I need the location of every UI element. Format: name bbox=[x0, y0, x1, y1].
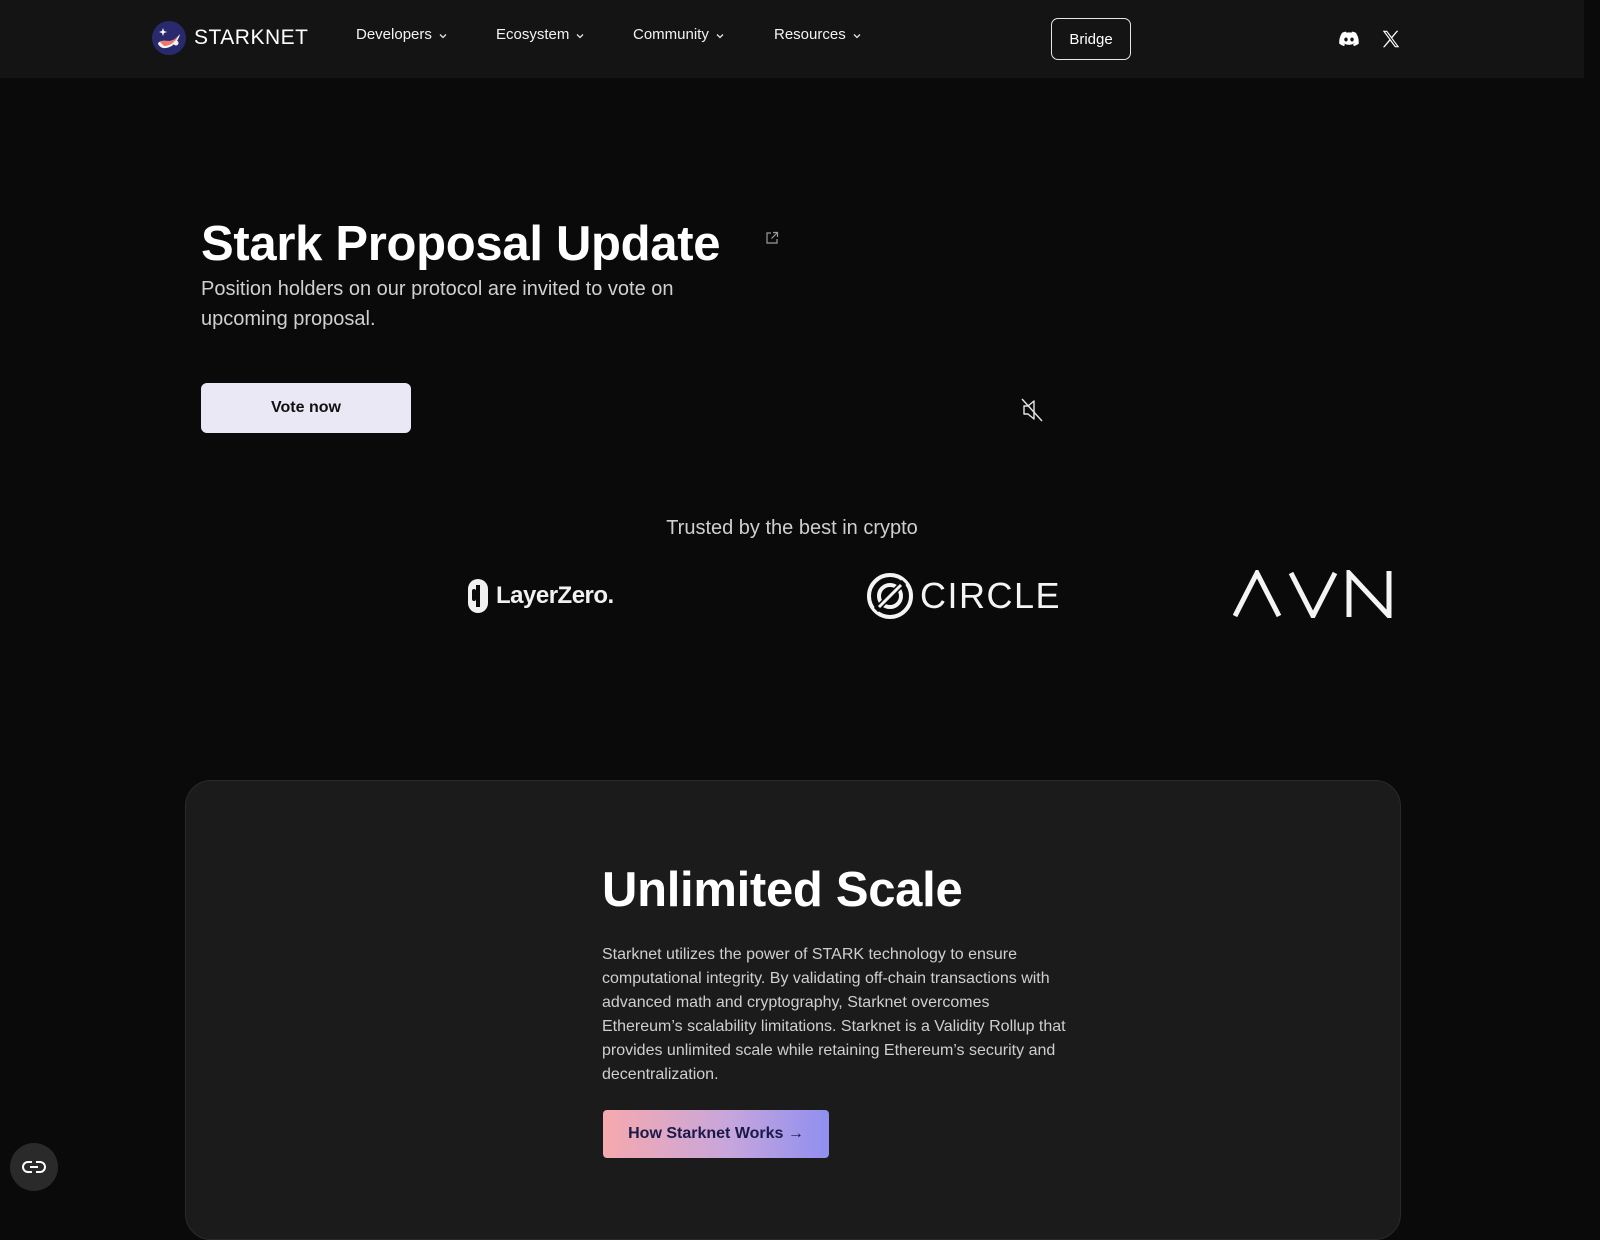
starknet-logo-icon bbox=[152, 21, 186, 55]
circle-wordmark: CIRCLE bbox=[920, 575, 1062, 616]
x-icon bbox=[1382, 30, 1400, 48]
speaker-muted-icon bbox=[1021, 398, 1043, 422]
main-menu: Developers Ecosystem Community Resources bbox=[356, 26, 894, 43]
menu-item-ecosystem[interactable]: Ecosystem bbox=[496, 26, 633, 43]
trusted-heading: Trusted by the best in crypto bbox=[666, 517, 918, 539]
scrollbar-track[interactable] bbox=[1584, 0, 1600, 1200]
brand-logo[interactable]: STARKNET bbox=[152, 21, 308, 55]
external-link[interactable] bbox=[764, 230, 780, 246]
floating-action-button[interactable] bbox=[10, 1143, 58, 1191]
chevron-down-icon bbox=[853, 33, 861, 38]
link-icon bbox=[22, 1161, 46, 1173]
menu-item-label: Ecosystem bbox=[496, 26, 570, 43]
avn-wordmark-icon bbox=[1233, 570, 1392, 618]
top-navigation: STARKNET Developers Ecosystem Community … bbox=[0, 0, 1584, 78]
chevron-down-icon bbox=[439, 33, 447, 38]
external-link-icon bbox=[766, 231, 779, 244]
menu-item-community[interactable]: Community bbox=[633, 26, 774, 43]
layerzero-mark-icon bbox=[468, 579, 488, 613]
menu-item-label: Developers bbox=[356, 26, 432, 43]
menu-item-developers[interactable]: Developers bbox=[356, 26, 496, 43]
discord-icon bbox=[1339, 31, 1359, 47]
bridge-button[interactable]: Bridge bbox=[1051, 18, 1131, 60]
section-title: Unlimited Scale bbox=[602, 863, 963, 917]
section-body: Starknet utilizes the power of STARK tec… bbox=[602, 946, 1066, 1083]
vote-now-button[interactable]: Vote now bbox=[201, 383, 411, 433]
brand-name: STARKNET bbox=[194, 26, 309, 49]
x-twitter-link[interactable] bbox=[1380, 28, 1402, 50]
discord-link[interactable] bbox=[1338, 28, 1360, 50]
how-starknet-works-button[interactable]: How Starknet Works → bbox=[603, 1110, 829, 1158]
circle-logo: CIRCLE bbox=[866, 570, 1061, 622]
hero-title: Stark Proposal Update bbox=[201, 217, 721, 271]
menu-item-label: Resources bbox=[774, 26, 846, 43]
mute-toggle-button[interactable] bbox=[1020, 397, 1044, 423]
hero-subtitle: Position holders on our protocol are inv… bbox=[201, 278, 674, 330]
chevron-down-icon bbox=[716, 33, 724, 38]
layerzero-wordmark: LayerZero. bbox=[496, 582, 614, 609]
chevron-down-icon bbox=[576, 33, 584, 38]
menu-item-resources[interactable]: Resources bbox=[774, 26, 894, 43]
layerzero-logo: LayerZero. bbox=[466, 575, 614, 617]
menu-item-label: Community bbox=[633, 26, 709, 43]
circle-mark-icon bbox=[867, 573, 913, 619]
avn-logo bbox=[1233, 570, 1395, 618]
